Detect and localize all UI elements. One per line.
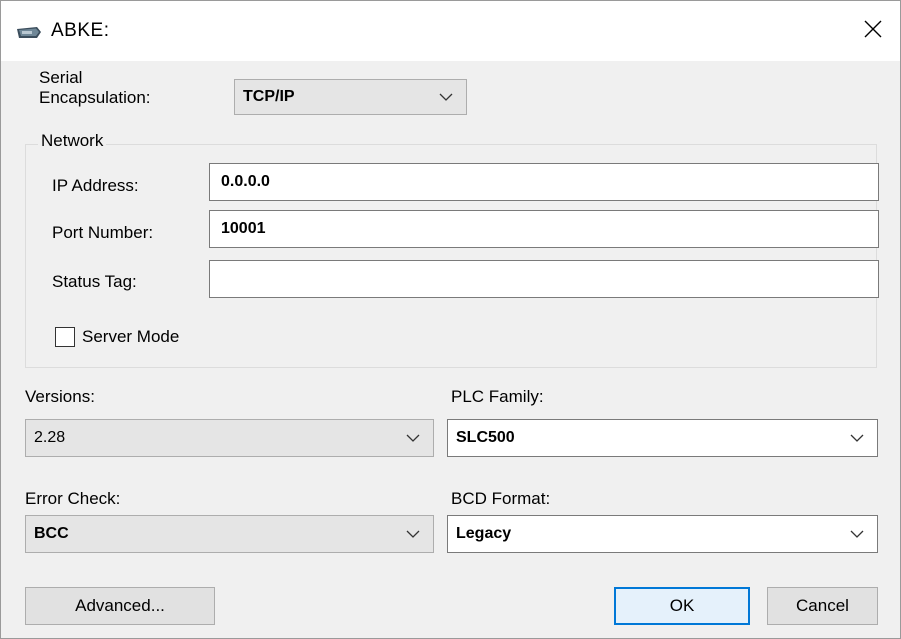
error-check-value: BCC [34, 525, 69, 542]
plc-family-label: PLC Family: [451, 387, 544, 406]
server-mode-label[interactable]: Server Mode [82, 327, 179, 347]
ip-address-input[interactable]: 0.0.0.0 [209, 163, 879, 201]
chevron-down-icon [426, 80, 466, 114]
bcd-format-label: BCD Format: [451, 489, 551, 508]
serial-encapsulation-label: Serial Encapsulation: [39, 68, 151, 108]
chevron-down-icon [393, 516, 433, 552]
plc-family-value: SLC500 [456, 429, 515, 446]
title-bar[interactable]: ABKE: [1, 1, 900, 61]
versions-select[interactable]: 2.28 [25, 419, 434, 457]
status-tag-input[interactable] [209, 260, 879, 298]
bcd-format-select[interactable]: Legacy [447, 515, 878, 553]
cancel-button[interactable]: Cancel [767, 587, 878, 625]
error-check-select[interactable]: BCC [25, 515, 434, 553]
serial-encapsulation-value: TCP/IP [243, 88, 295, 105]
device-icon [15, 25, 43, 41]
chevron-down-icon [837, 420, 877, 456]
cancel-button-label: Cancel [796, 596, 849, 615]
dialog-window: ABKE: Serial Encapsulation: TCP/IP Netwo… [0, 0, 901, 639]
window-title: ABKE: [51, 20, 110, 41]
chevron-down-icon [393, 420, 433, 456]
advanced-button-label: Advanced... [75, 596, 165, 615]
port-number-input[interactable]: 10001 [209, 210, 879, 248]
serial-encapsulation-select[interactable]: TCP/IP [234, 79, 467, 115]
chevron-down-icon [837, 516, 877, 552]
versions-value: 2.28 [34, 429, 66, 446]
port-number-label: Port Number: [52, 223, 154, 242]
advanced-button[interactable]: Advanced... [25, 587, 215, 625]
ip-address-label: IP Address: [52, 176, 139, 195]
status-tag-label: Status Tag: [52, 272, 137, 291]
plc-family-select[interactable]: SLC500 [447, 419, 878, 457]
serial-label-line2: Encapsulation: [39, 88, 151, 107]
ip-address-value: 0.0.0.0 [221, 173, 270, 190]
port-number-value: 10001 [221, 220, 266, 237]
error-check-label: Error Check: [25, 489, 121, 508]
bcd-format-value: Legacy [456, 525, 512, 542]
ok-button[interactable]: OK [614, 587, 750, 625]
server-mode-checkbox[interactable] [55, 327, 75, 347]
close-icon [864, 20, 882, 43]
serial-label-line1: Serial [39, 68, 83, 87]
ok-button-label: OK [669, 596, 695, 615]
network-group-title: Network [38, 131, 107, 151]
versions-label: Versions: [25, 387, 95, 406]
close-button[interactable] [853, 11, 893, 51]
